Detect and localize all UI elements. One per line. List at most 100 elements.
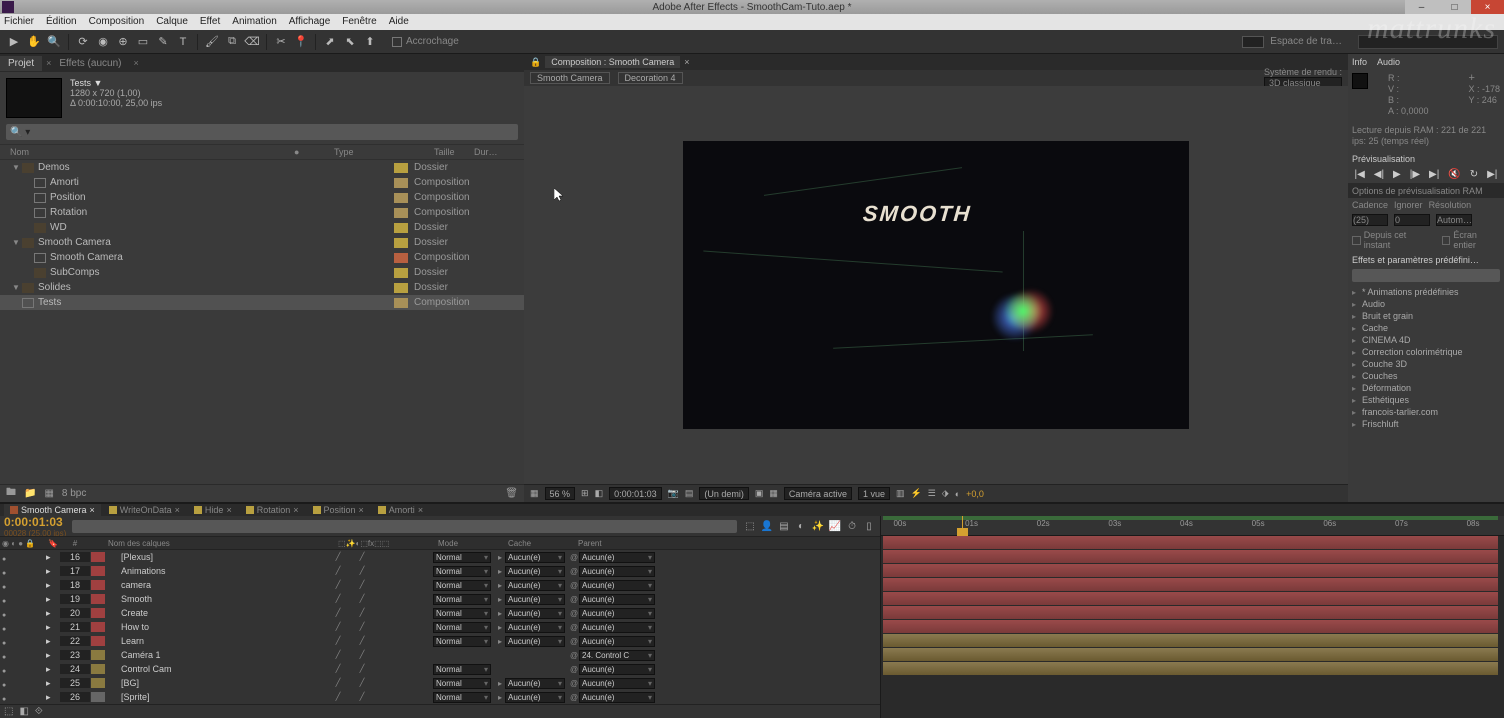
trash-icon[interactable]: 🗑 [505,488,518,499]
parent-dropdown[interactable]: Aucun(e) [579,552,655,563]
auto-keyframe-icon[interactable]: ⏱ [845,519,859,533]
pickwhip-icon[interactable]: @ [569,595,579,604]
toggle-switches-icon[interactable]: ⬚ [4,706,13,717]
flowchart-tab[interactable]: Smooth Camera [530,72,610,84]
parent-dropdown[interactable]: Aucun(e) [579,664,655,675]
blend-mode-dropdown[interactable]: Normal [433,608,491,619]
blend-mode-dropdown[interactable]: Normal [433,552,491,563]
close-button[interactable]: × [1471,0,1504,14]
track-matte-dropdown[interactable]: Aucun(e) [505,566,565,577]
composition-viewer[interactable]: SMOOTH [524,86,1348,484]
tab-ram-options[interactable]: Options de prévisualisation RAM [1352,186,1483,196]
timeline-layer-row[interactable]: ▸16[Plexus]╱╱Normal▸Aucun(e)@Aucun(e) [0,550,880,564]
effect-category[interactable]: ▸Audio [1348,298,1504,310]
comp-marker-icon[interactable]: ▯ [862,519,876,533]
tab-audio[interactable]: Audio [1377,57,1400,67]
always-preview-icon[interactable]: ▦ [530,488,539,499]
minimize-button[interactable]: – [1405,0,1438,14]
roi-icon[interactable]: ▣ [755,488,764,499]
tab-info[interactable]: Info [1352,57,1367,67]
axis-view-icon[interactable]: ⬆ [362,34,378,50]
camera-tool-icon[interactable]: ◉ [95,34,111,50]
track-matte-dropdown[interactable]: Aucun(e) [505,678,565,689]
pen-tool-icon[interactable]: ✎ [155,34,171,50]
project-item[interactable]: ▼Smooth CameraDossier [0,235,524,250]
col-dur[interactable]: Dur… [474,147,514,157]
text-tool-icon[interactable]: T [175,34,191,50]
tab-preview[interactable]: Prévisualisation [1352,154,1415,164]
grid-icon[interactable]: ⊞ [581,488,589,499]
parent-dropdown[interactable]: 24. Control C [579,650,655,661]
flowchart-tab[interactable]: Decoration 4 [618,72,683,84]
pickwhip-icon[interactable]: @ [569,553,579,562]
menu-animation[interactable]: Animation [232,14,276,30]
snapshot-icon[interactable]: 📷 [668,488,679,499]
pickwhip-icon[interactable]: @ [569,567,579,576]
prev-frame-icon[interactable]: ◀| [1374,169,1384,180]
bpc-toggle[interactable]: 8 bpc [62,488,86,499]
pickwhip-icon[interactable]: @ [569,609,579,618]
layer-bar[interactable] [883,550,1498,563]
timeline-layer-row[interactable]: ▸23Caméra 1╱╱@24. Control C [0,648,880,662]
motion-blur-icon[interactable]: ◐ [794,519,808,533]
roto-tool-icon[interactable]: ✂ [273,34,289,50]
transparency-icon[interactable]: ▦ [769,488,778,499]
menu-effet[interactable]: Effet [200,14,220,30]
snap-toggle[interactable]: Accrochage [392,36,459,47]
menu-édition[interactable]: Édition [46,14,77,30]
flowchart-icon[interactable]: ⬗ [942,488,949,499]
menu-affichage[interactable]: Affichage [289,14,331,30]
mute-icon[interactable]: 🔇 [1448,169,1460,180]
col-type[interactable]: Type [334,147,434,157]
hand-tool-icon[interactable]: ✋ [26,34,42,50]
timeline-tab[interactable]: Position× [307,504,370,516]
blend-mode-dropdown[interactable]: Normal [433,566,491,577]
blend-mode-dropdown[interactable]: Normal [433,664,491,675]
timeline-icon[interactable]: ☰ [928,488,936,499]
pickwhip-icon[interactable]: @ [569,651,579,660]
blend-mode-dropdown[interactable]: Normal [433,580,491,591]
parent-dropdown[interactable]: Aucun(e) [579,636,655,647]
blend-mode-dropdown[interactable]: Normal [433,636,491,647]
track-matte-dropdown[interactable]: Aucun(e) [505,622,565,633]
new-folder-icon[interactable]: 📁 [24,488,36,499]
toggle-parent-icon[interactable]: ⟐ [35,706,43,717]
effect-category[interactable]: ▸Frischluft [1348,418,1504,430]
exposure-reset-icon[interactable]: ◐ [955,489,960,499]
layer-bar[interactable] [883,648,1498,661]
effect-category[interactable]: ▸Esthétiques [1348,394,1504,406]
effect-category[interactable]: ▸CINEMA 4D [1348,334,1504,346]
puppet-tool-icon[interactable]: 📍 [293,34,309,50]
mask-toggle-icon[interactable]: ◧ [595,488,604,499]
shape-tool-icon[interactable]: ▭ [135,34,151,50]
draft3d-icon[interactable]: ⬚ [743,519,757,533]
parent-dropdown[interactable]: Aucun(e) [579,594,655,605]
last-frame-icon[interactable]: ▶| [1429,169,1439,180]
zoom-tool-icon[interactable]: 🔍 [46,34,62,50]
effect-category[interactable]: ▸* Animations prédéfinies [1348,286,1504,298]
res-dropdown[interactable]: Autom… [1436,214,1472,226]
parent-dropdown[interactable]: Aucun(e) [579,608,655,619]
from-current-checkbox[interactable] [1352,236,1361,245]
project-item[interactable]: ▼SolidesDossier [0,280,524,295]
layer-bar[interactable] [883,536,1498,549]
track-matte-dropdown[interactable]: Aucun(e) [505,552,565,563]
effect-category[interactable]: ▸Couches [1348,370,1504,382]
brush-tool-icon[interactable]: 🖌 [204,34,220,50]
track-matte-dropdown[interactable]: Aucun(e) [505,608,565,619]
project-item[interactable]: TestsComposition [0,295,524,310]
timeline-layer-row[interactable]: ▸20Create╱╱Normal▸Aucun(e)@Aucun(e) [0,606,880,620]
project-search-input[interactable]: 🔍 ▾ [6,124,518,140]
effect-category[interactable]: ▸Déformation [1348,382,1504,394]
zoom-dropdown[interactable]: 56 % [545,487,576,500]
parent-dropdown[interactable]: Aucun(e) [579,566,655,577]
loop-icon[interactable]: ↻ [1470,169,1478,180]
timeline-search-input[interactable] [72,520,737,533]
fast-preview-icon[interactable]: ⚡ [911,488,922,499]
pickwhip-icon[interactable]: @ [569,637,579,646]
new-comp-icon[interactable]: ▦ [44,488,53,499]
blend-mode-dropdown[interactable]: Normal [433,692,491,703]
help-search-input[interactable] [1358,35,1498,49]
next-frame-icon[interactable]: |▶ [1410,169,1420,180]
col-label[interactable]: ● [294,147,334,157]
